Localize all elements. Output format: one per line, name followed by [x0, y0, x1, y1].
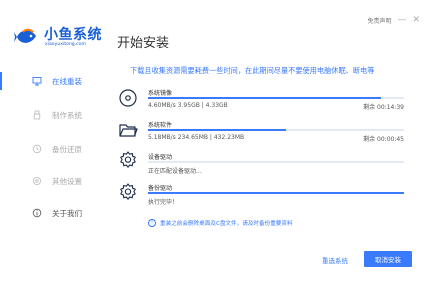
task-name: 系统软件	[148, 122, 173, 129]
task-info: 执行完毕！	[148, 199, 179, 206]
monitor-icon	[32, 76, 42, 86]
sidebar: 在线重装 制作系统 备份还原 其他设置 关于我们	[0, 62, 108, 242]
task-row-device-driver: 设备驱动 正在匹配设备驱动...	[118, 150, 410, 176]
reselect-system-button[interactable]: 重选系统	[322, 255, 348, 265]
info-icon	[32, 208, 42, 218]
warning-tip-text: 重装之前会删除桌面及C盘文件，请及时备份重要资料	[160, 221, 293, 227]
task-name: 设备驱动	[148, 154, 173, 161]
task-info: 5.18MB/s 234.65MB | 432.23MB	[148, 134, 245, 141]
brand-logo: 小鱼系统 xiaoyuxitong.com	[14, 22, 114, 52]
sidebar-item-make-system[interactable]: 制作系统	[0, 100, 108, 130]
sidebar-item-label: 备份还原	[52, 144, 82, 154]
warning-tip: ! 重装之前会删除桌面及C盘文件，请及时备份重要资料	[148, 219, 293, 227]
task-info: 正在匹配设备驱动...	[148, 168, 202, 175]
sidebar-item-other-settings[interactable]: 其他设置	[0, 166, 108, 196]
task-info: 4.60MB/s 3.95GB | 4.33GB	[148, 102, 228, 109]
cancel-install-button[interactable]: 取消安装	[364, 251, 412, 267]
disclaimer-link[interactable]: 免责声明	[367, 16, 391, 25]
folder-icon	[119, 124, 138, 137]
task-row-system-software: 系统软件 5.18MB/s 234.65MB | 432.23MB 剩余 00:…	[118, 118, 410, 144]
sidebar-item-backup-restore[interactable]: 备份还原	[0, 134, 108, 164]
sidebar-item-label: 在线重装	[52, 76, 82, 86]
title-bar-controls: 免责声明 — ✕	[367, 14, 420, 26]
minimize-button[interactable]: —	[397, 14, 406, 26]
sidebar-item-online-reinstall[interactable]: 在线重装	[0, 66, 108, 96]
fish-logo-icon	[14, 28, 36, 43]
task-progress-fill	[148, 192, 404, 194]
task-progress-bar	[148, 97, 404, 99]
gear-icon	[120, 151, 136, 168]
sidebar-item-label: 制作系统	[52, 110, 82, 120]
task-progress-fill	[148, 97, 381, 99]
gear-icon	[120, 183, 136, 200]
task-remaining: 剩余 00:14:39	[363, 104, 404, 111]
task-progress-fill	[148, 129, 287, 131]
usb-icon	[32, 110, 42, 120]
brand-name: 小鱼系统	[44, 27, 102, 43]
sidebar-item-about-us[interactable]: 关于我们	[0, 198, 108, 228]
task-name: 系统镜像	[148, 90, 173, 97]
task-row-system-image: 系统镜像 4.60MB/s 3.95GB | 4.33GB 剩余 00:14:3…	[118, 86, 410, 112]
task-remaining: 剩余 00:00:45	[363, 136, 404, 143]
sidebar-item-label: 关于我们	[52, 208, 82, 218]
task-progress-bar	[148, 161, 404, 163]
settings-icon	[32, 176, 42, 186]
sidebar-item-label: 其他设置	[52, 176, 82, 186]
task-row-backup-driver: 备份驱动 执行完毕！	[118, 180, 410, 206]
disc-icon	[119, 89, 137, 107]
download-notice: 下载且收集资源需要耗费一些时间，在此期间尽量不要使用电脑休眠、断电等	[130, 66, 375, 75]
page-title: 开始安装	[117, 36, 170, 51]
task-progress-bar	[148, 129, 404, 131]
installer-window: 小鱼系统 xiaoyuxitong.com 开始安装 免责声明 — ✕ 在线重装…	[0, 0, 429, 281]
brand-url: xiaoyuxitong.com	[45, 42, 86, 47]
info-circle-icon: !	[148, 219, 156, 227]
task-name: 备份驱动	[148, 185, 173, 192]
task-progress-bar	[148, 192, 404, 194]
close-button[interactable]: ✕	[412, 14, 420, 26]
backup-restore-icon	[32, 144, 42, 154]
